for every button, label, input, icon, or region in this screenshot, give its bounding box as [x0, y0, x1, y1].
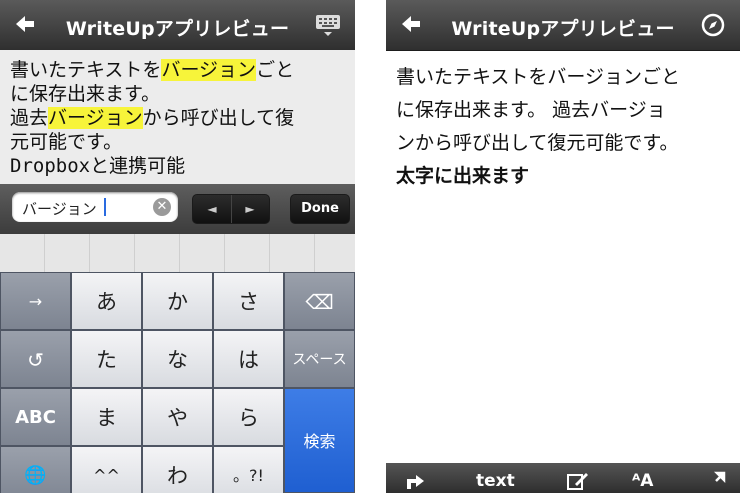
editor-line: に保存出来ます。	[10, 83, 161, 105]
key-ra[interactable]: ら	[213, 388, 284, 446]
editor-line: Dropboxと連携可能	[10, 155, 186, 177]
candidate-slot[interactable]	[89, 234, 135, 272]
document-preview: 書いたテキストをバージョンごと に保存出来ます。 過去バージョ ンから呼び出して…	[386, 50, 740, 463]
candidate-slot[interactable]	[224, 234, 270, 272]
backspace-key[interactable]: ⌫	[284, 272, 355, 330]
search-highlight: バージョン	[48, 107, 143, 129]
find-bar: バージョン ✕ ◄ ► Done	[0, 184, 355, 234]
keyboard-icon[interactable]	[315, 12, 341, 38]
key-arrow-right[interactable]: →	[0, 272, 71, 330]
key-ka[interactable]: か	[142, 272, 213, 330]
abc-key[interactable]: ABC	[0, 388, 71, 446]
space-key[interactable]: スペース	[284, 330, 355, 388]
search-key[interactable]: 検索	[284, 388, 355, 493]
candidate-slot[interactable]	[179, 234, 225, 272]
text-mode-button[interactable]: text	[476, 471, 515, 491]
candidate-slot[interactable]	[0, 234, 45, 272]
candidate-strip	[0, 234, 355, 273]
search-input-value: バージョン	[22, 200, 97, 218]
key-sa[interactable]: さ	[213, 272, 284, 330]
font-size-button[interactable]: ᴬA	[632, 471, 653, 491]
key-wa[interactable]: わ	[142, 446, 213, 493]
editor-line: 元可能です。	[10, 131, 123, 153]
key-ta[interactable]: た	[71, 330, 142, 388]
clear-icon[interactable]: ✕	[153, 198, 171, 216]
text-editor[interactable]: 書いたテキストをバージョンごと に保存出来ます。 過去バージョンから呼び出して復…	[0, 50, 355, 184]
candidate-slot[interactable]	[269, 234, 315, 272]
search-highlight: バージョン	[161, 59, 257, 81]
key-ma[interactable]: ま	[71, 388, 142, 446]
key-a[interactable]: あ	[71, 272, 142, 330]
left-screen: WriteUpアプリレビュー 書いたテキストをバージョンごと に保存出来ます。 …	[0, 0, 355, 493]
key-na[interactable]: な	[142, 330, 213, 388]
key-ha[interactable]: は	[213, 330, 284, 388]
edit-icon[interactable]	[566, 471, 590, 493]
key-emoticon[interactable]: ^^	[71, 446, 142, 493]
preview-line: に保存出来ます。 過去バージョ	[396, 99, 666, 121]
candidate-slot[interactable]	[134, 234, 180, 272]
previous-match-button[interactable]: ◄	[193, 195, 232, 223]
key-punctuation[interactable]: 。?!	[213, 446, 284, 493]
find-navigation: ◄ ►	[192, 194, 270, 224]
preview-line: ンから呼び出して復元可能です。	[396, 132, 679, 154]
globe-icon[interactable]: 🌐	[0, 446, 71, 493]
kana-keyboard: → あ か さ ⌫ ↺ た な は スペース ABC ま や ら 検索 🌐 ^^…	[0, 272, 355, 493]
expand-icon[interactable]	[704, 471, 726, 493]
text-cursor	[104, 198, 106, 216]
share-icon[interactable]	[404, 471, 428, 493]
compass-icon[interactable]	[700, 12, 726, 38]
search-input[interactable]: バージョン ✕	[12, 192, 178, 222]
next-match-button[interactable]: ►	[231, 195, 269, 223]
preview-line: 書いたテキストをバージョンごと	[396, 66, 681, 88]
key-ya[interactable]: や	[142, 388, 213, 446]
navigation-bar: WriteUpアプリレビュー	[0, 0, 355, 50]
navigation-bar: WriteUpアプリレビュー	[386, 0, 740, 50]
done-button[interactable]: Done	[290, 194, 350, 224]
candidate-slot[interactable]	[44, 234, 90, 272]
bottom-toolbar: text ᴬA	[386, 463, 740, 493]
candidate-slot[interactable]	[314, 234, 355, 272]
page-title: WriteUpアプリレビュー	[451, 18, 675, 40]
right-screen: WriteUpアプリレビュー 書いたテキストをバージョンごと に保存出来ます。 …	[386, 0, 740, 493]
page-title: WriteUpアプリレビュー	[65, 18, 290, 40]
key-undo[interactable]: ↺	[0, 330, 71, 388]
editor-line: 書いたテキストをバージョンごと	[10, 59, 295, 81]
editor-line: 過去バージョンから呼び出して復	[10, 107, 295, 129]
bold-text-line: 太字に出来ます	[396, 165, 530, 187]
